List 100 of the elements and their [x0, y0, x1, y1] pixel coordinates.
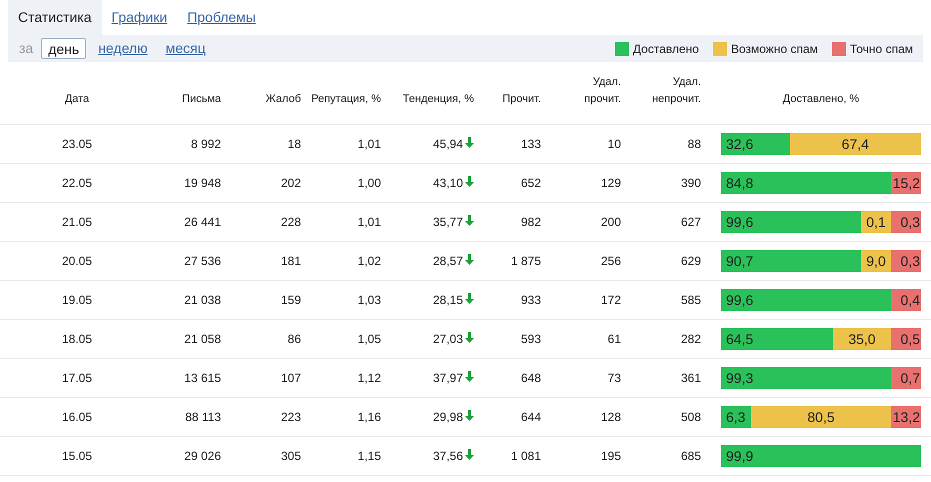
table-cell-text: 1,02: [356, 253, 381, 270]
table-cell-text: 27 536: [183, 253, 221, 270]
table-cell-text: 37,97: [432, 370, 463, 387]
table-cell-text: 15.05: [60, 448, 94, 465]
table-cell-text: 28,57: [432, 253, 463, 270]
table-cell-text: 86: [286, 331, 301, 348]
table-cell-text: 43,10: [432, 175, 463, 192]
delivered-bar-segment: 0,4: [891, 289, 921, 311]
table-cell-text: 133: [520, 136, 541, 153]
table-cell-text: 23.05: [60, 136, 94, 153]
delivered-bar-segment: 9,0: [861, 250, 891, 272]
table-cell-text: 282: [680, 331, 701, 348]
table-cell-text: 202: [280, 175, 301, 192]
table-cell-text: 195: [600, 448, 621, 465]
delivered-bar-segment: 90,7: [721, 250, 861, 272]
table-cell-text: 629: [680, 253, 701, 270]
table-cell-text: 181: [280, 253, 301, 270]
delivered-bar-segment: 0,1: [861, 211, 891, 233]
table-cell-text: 1,01: [356, 136, 381, 153]
table-cell-text: 8 992: [190, 136, 221, 153]
table-cell-text: 1,12: [356, 370, 381, 387]
delivered-bar-segment: 84,8: [721, 172, 891, 194]
table-cell-text: 1,03: [356, 292, 381, 309]
table-cell-text: 35,77: [432, 214, 463, 231]
table-cell-text: 223: [280, 409, 301, 426]
period-option[interactable]: неделю: [92, 38, 154, 59]
table-cell-text: 159: [280, 292, 301, 309]
period-label: за: [19, 39, 34, 58]
table-cell-text: 61: [606, 331, 621, 348]
delivered-bar-segment: 64,5: [721, 328, 833, 350]
table-cell-text: 22.05: [60, 175, 94, 192]
tab[interactable]: Проблемы: [177, 0, 266, 35]
delivered-bar-segment: 67,4: [790, 133, 921, 155]
table-cell-text: 1 081: [510, 448, 541, 465]
table-cell-text: 21.05: [60, 214, 94, 231]
table-cell-text: 29,98: [432, 409, 463, 426]
tab[interactable]: Статистика: [8, 0, 102, 35]
table-cell-text: 172: [600, 292, 621, 309]
table-cell-text: 21 058: [183, 331, 221, 348]
column-header: Дата: [64, 92, 90, 106]
table-cell-text: 20.05: [60, 253, 94, 270]
table-cell-text: 13 615: [183, 370, 221, 387]
table-cell-text: 18: [286, 136, 301, 153]
table-cell-text: 644: [520, 409, 541, 426]
delivered-bar-segment: 35,0: [832, 328, 891, 350]
table-cell-text: 1,00: [356, 175, 381, 192]
delivered-bar-segment: 99,6: [721, 289, 891, 311]
table-cell-text: 585: [680, 292, 701, 309]
table-cell-text: 10: [606, 136, 621, 153]
table-cell-text: 28,15: [432, 292, 463, 309]
table-cell-text: 593: [520, 331, 541, 348]
table-cell-text: 982: [520, 214, 541, 231]
delivered-bar-segment: 15,2: [890, 172, 921, 194]
table-cell-text: 88: [686, 136, 701, 153]
delivered-bar-segment: 0,3: [891, 211, 921, 233]
table-cell-text: 129: [600, 175, 621, 192]
table-cell-text: 648: [520, 370, 541, 387]
table-cell-text: 18.05: [60, 331, 94, 348]
table-cell-text: 1,01: [356, 214, 381, 231]
delivered-bar-segment: 0,5: [891, 328, 921, 350]
table-cell-text: 26 441: [183, 214, 221, 231]
table-cell-text: 88 113: [184, 409, 221, 426]
legend-label: Возможно спам: [730, 40, 818, 58]
table-cell-text: 200: [600, 214, 621, 231]
table-cell-text: 228: [280, 214, 301, 231]
period-option[interactable]: день: [41, 38, 86, 59]
table-cell-text: 508: [680, 409, 701, 426]
column-header: Жалоб: [266, 92, 301, 106]
column-header: Репутация, %: [311, 92, 381, 106]
table-cell-text: 685: [680, 448, 701, 465]
table-cell-text: 627: [680, 214, 701, 231]
table-cell-text: 37,56: [432, 448, 463, 465]
table-cell-text: 390: [680, 175, 701, 192]
legend-label: Доставлено: [632, 40, 699, 58]
legend-label: Точно спам: [850, 40, 913, 58]
column-header: Доставлено, %: [782, 92, 860, 106]
period-option[interactable]: месяц: [160, 38, 212, 59]
delivered-bar-segment: 99,6: [721, 211, 861, 233]
delivered-bar-segment: 13,2: [891, 406, 921, 428]
delivered-bar-segment: 99,9: [721, 445, 921, 467]
column-header: Письма: [182, 92, 221, 106]
delivered-bar-segment: 80,5: [751, 406, 891, 428]
table-cell-text: 128: [600, 409, 621, 426]
table-cell-text: 16.05: [60, 409, 94, 426]
tab[interactable]: Графики: [102, 0, 178, 35]
table-cell-text: 305: [280, 448, 301, 465]
table-cell-text: 27,03: [432, 331, 463, 348]
column-header: Удал. прочит.: [583, 75, 621, 106]
table-cell-text: 1 875: [510, 253, 541, 270]
column-header: Тенденция, %: [402, 92, 474, 106]
table-cell-text: 19.05: [60, 292, 94, 309]
table-cell-text: 107: [280, 370, 301, 387]
table-cell-text: 361: [680, 370, 701, 387]
delivered-bar-segment: 6,3: [721, 406, 751, 428]
table-cell-text: 1,05: [356, 331, 381, 348]
column-header: Прочит.: [502, 92, 541, 106]
table-cell-text: 1,15: [356, 448, 381, 465]
table-cell-text: 21 038: [183, 292, 221, 309]
delivered-bar-segment: 32,6: [721, 133, 790, 155]
delivered-bar-segment: 0,7: [891, 367, 921, 389]
